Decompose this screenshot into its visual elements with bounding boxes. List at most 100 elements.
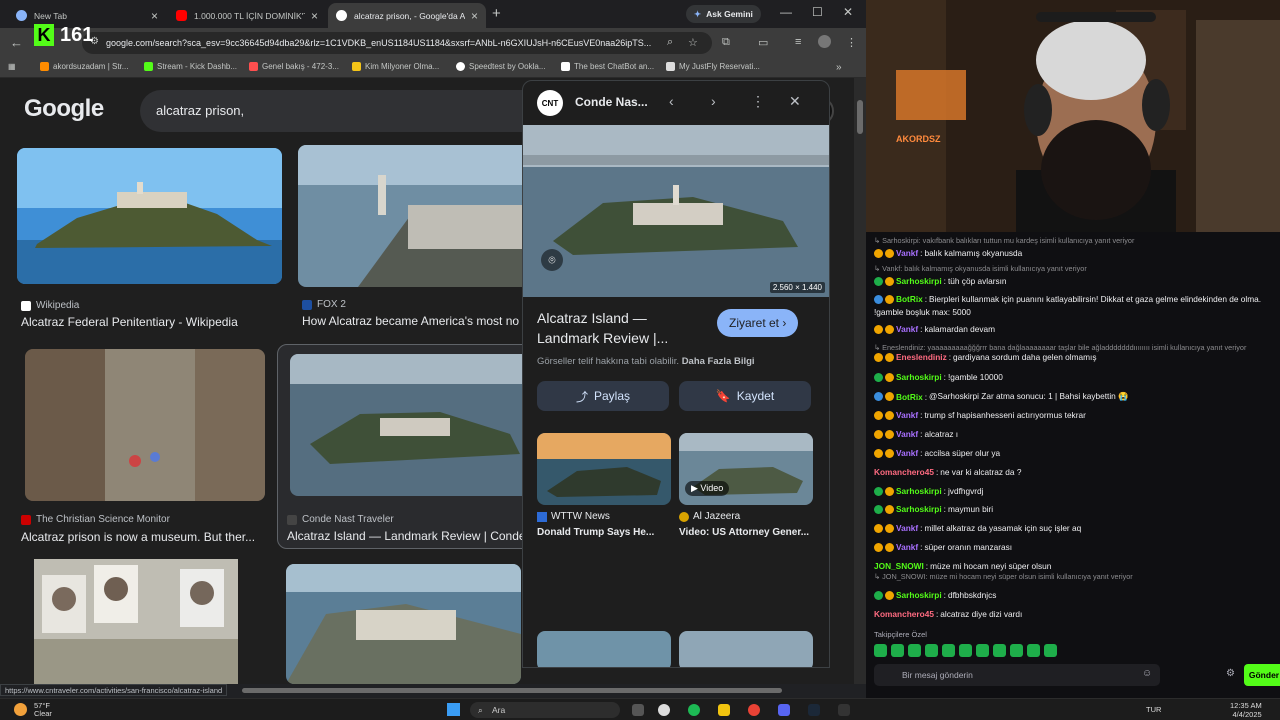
chat-username[interactable]: JON_SNOWI (874, 561, 924, 571)
discord-icon[interactable] (778, 704, 790, 716)
lens-icon[interactable]: ⌾ (541, 249, 563, 271)
chat-message-input[interactable]: Bir mesaj gönderin (874, 664, 1160, 686)
kebab-menu-icon[interactable]: ⋮ (846, 36, 857, 49)
result-caption[interactable]: Alcatraz prison is now a museum. But the… (21, 530, 283, 544)
profile-avatar[interactable] (818, 35, 831, 48)
emote-icon[interactable] (993, 644, 1006, 657)
close-icon[interactable]: × (151, 9, 158, 23)
taskbar-search[interactable]: ⌕ Ara (470, 702, 620, 718)
result-caption[interactable]: How Alcatraz became America's most no (302, 314, 522, 328)
address-bar[interactable]: ⚙ google.com/search?sca_esv=9cc36645d94d… (82, 32, 712, 54)
chat-username[interactable]: Komanchero45 (874, 609, 934, 619)
result-image[interactable] (286, 564, 521, 684)
chat-username[interactable]: Vankf (896, 248, 918, 258)
google-logo[interactable]: Google (24, 95, 104, 123)
chat-username[interactable]: Sarhoskirpi (896, 504, 942, 514)
chat-username[interactable]: BotRix (896, 392, 923, 402)
preview-image[interactable]: ⌾ 2.560 × 1.440 (523, 125, 829, 297)
tab-youtube[interactable]: 1.000.000 TL İÇİN DOMİNİK'TE × (168, 3, 326, 28)
emote-icon[interactable] (891, 644, 904, 657)
result-image[interactable] (34, 559, 238, 684)
emote-icon[interactable] (1010, 644, 1023, 657)
bookmark-star-icon[interactable]: ☆ (688, 36, 698, 49)
bookmark-item[interactable]: Stream - Kick Dashb... (144, 62, 237, 71)
related-caption[interactable]: Video: US Attorney Gener... (679, 527, 809, 538)
apps-grid-icon[interactable]: ▦ (8, 62, 16, 71)
chat-username[interactable]: Vankf (896, 410, 918, 420)
close-icon[interactable]: ✕ (789, 93, 801, 110)
weather-icon[interactable] (14, 703, 27, 716)
search-input[interactable]: alcatraz prison, (156, 103, 244, 118)
image-result[interactable]: FOX 2 How Alcatraz became America's most… (298, 145, 552, 328)
more-info-link[interactable]: Daha Fazla Bilgi (682, 356, 755, 367)
search-icon[interactable]: ⌕ (667, 36, 673, 49)
image-result[interactable] (34, 559, 238, 684)
chat-username[interactable]: Vankf (896, 542, 918, 552)
related-result[interactable] (537, 631, 671, 667)
panel-source-name[interactable]: Conde Nas... (575, 95, 648, 109)
chevron-left-icon[interactable]: ‹ (669, 93, 674, 109)
chat-username[interactable]: Vankf (896, 429, 918, 439)
kebab-menu-icon[interactable]: ⋮ (751, 93, 765, 110)
chrome-icon[interactable] (748, 704, 760, 716)
related-image[interactable]: ▶ Video (679, 433, 813, 505)
extension-icon[interactable]: ⧉ (722, 36, 730, 49)
image-result[interactable] (286, 564, 521, 684)
github-icon[interactable] (658, 704, 670, 716)
horizontal-scrollbar-thumb[interactable] (242, 688, 782, 693)
related-caption[interactable]: Donald Trump Says He... (537, 527, 654, 538)
share-button[interactable]: ⤴ Paylaş (537, 381, 669, 411)
save-button[interactable]: 🔖 Kaydet (679, 381, 811, 411)
chat-username[interactable]: Komanchero45 (874, 467, 934, 477)
task-view-icon[interactable] (632, 704, 644, 716)
bookmark-item[interactable]: The best ChatBot an... (561, 62, 654, 71)
send-button[interactable]: Gönder (1244, 664, 1280, 686)
panel-title[interactable]: Alcatraz Island — Landmark Review |... (537, 308, 707, 348)
cast-icon[interactable]: ▭ (758, 36, 768, 49)
result-image[interactable] (290, 354, 534, 496)
result-caption[interactable]: Alcatraz Federal Penitentiary - Wikipedi… (21, 315, 286, 329)
scrollbar-thumb[interactable] (857, 100, 863, 134)
bookmark-item[interactable]: Genel bakış - 472-3... (249, 62, 339, 71)
chat-username[interactable]: Sarhoskirpi (896, 276, 942, 286)
new-tab-button[interactable]: + (492, 5, 501, 22)
spotify-icon[interactable] (688, 704, 700, 716)
emote-icon[interactable] (925, 644, 938, 657)
related-image[interactable] (679, 631, 813, 667)
chat-username[interactable]: Vankf (896, 448, 918, 458)
visit-button[interactable]: Ziyaret et › (717, 309, 799, 337)
related-result[interactable]: WTTW News Donald Trump Says He... (537, 433, 671, 543)
chevron-right-icon[interactable]: › (711, 93, 716, 109)
emote-icon[interactable] (1027, 644, 1040, 657)
chat-username[interactable]: Vankf (896, 324, 918, 334)
bookmark-item[interactable]: akordsuzadam | Str... (40, 62, 128, 71)
window-close-icon[interactable]: ✕ (843, 5, 853, 19)
close-icon[interactable]: × (471, 9, 478, 23)
emoji-icon[interactable]: ☺ (1142, 668, 1152, 679)
close-icon[interactable]: × (311, 9, 318, 23)
steam-icon[interactable] (808, 704, 820, 716)
chat-username[interactable]: Sarhoskirpi (896, 372, 942, 382)
emote-icon[interactable] (908, 644, 921, 657)
emote-icon[interactable] (1044, 644, 1057, 657)
menu-lines-icon[interactable]: ≡ (795, 36, 801, 48)
result-caption[interactable]: Alcatraz Island — Landmark Review | Cond… (287, 529, 527, 543)
weather-widget[interactable]: 57°F Clear (34, 702, 52, 718)
emote-icon[interactable] (976, 644, 989, 657)
vertical-scrollbar[interactable] (854, 78, 866, 684)
language-indicator[interactable]: TUR (1146, 705, 1161, 714)
result-image[interactable] (25, 349, 265, 501)
app-icon[interactable] (838, 704, 850, 716)
chat-username[interactable]: Sarhoskirpi (896, 590, 942, 600)
emote-icon[interactable] (959, 644, 972, 657)
result-image[interactable] (298, 145, 552, 287)
related-result[interactable]: ▶ Video Al Jazeera Video: US Attorney Ge… (679, 433, 813, 543)
bookmark-item[interactable]: Kim Milyoner Olma... (352, 62, 439, 71)
chat-username[interactable]: BotRix (896, 294, 923, 304)
related-image[interactable] (537, 433, 671, 505)
start-icon[interactable] (447, 703, 460, 716)
emote-icon[interactable] (942, 644, 955, 657)
back-icon[interactable]: ← (10, 35, 23, 50)
file-explorer-icon[interactable] (718, 704, 730, 716)
chat-username[interactable]: Vankf (896, 523, 918, 533)
